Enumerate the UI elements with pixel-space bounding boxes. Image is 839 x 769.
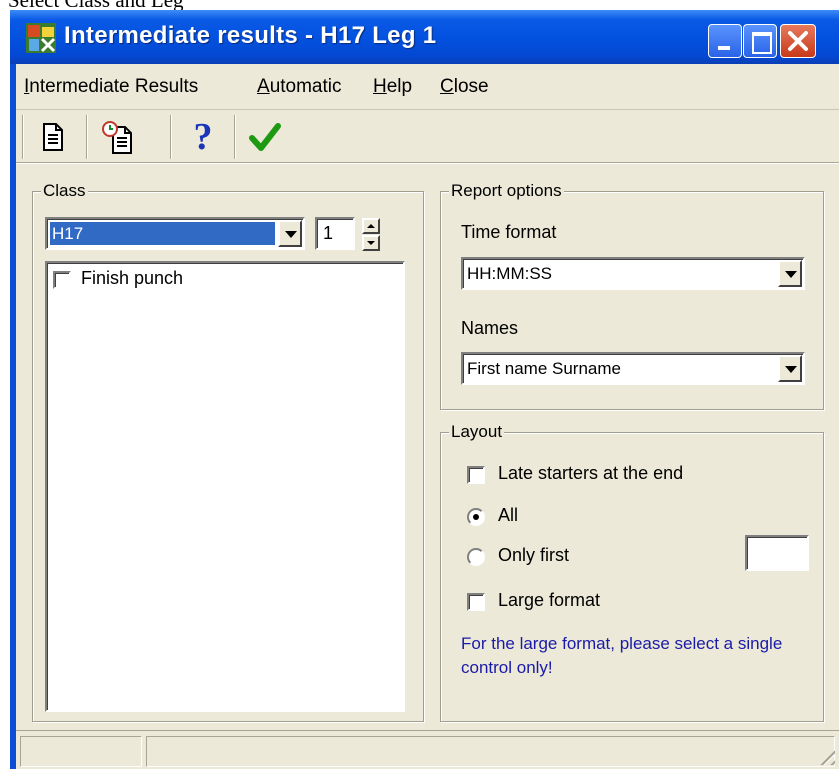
status-bar <box>16 730 839 769</box>
toolbar-separator <box>86 115 88 159</box>
time-format-select[interactable]: HH:MM:SS <box>461 257 805 290</box>
toolbar-separator <box>22 115 24 159</box>
names-select[interactable]: First name Surname <box>461 352 805 385</box>
large-format-checkbox[interactable] <box>467 593 485 611</box>
names-label: Names <box>461 318 519 338</box>
report-options-legend: Report options <box>449 181 564 201</box>
finish-punch-label: Finish punch <box>81 268 184 288</box>
title-bar[interactable]: Intermediate results - H17 Leg 1 <box>10 10 839 64</box>
chevron-down-icon[interactable] <box>778 260 802 287</box>
finish-punch-checkbox[interactable] <box>53 271 71 289</box>
dialog-client: Intermediate Results Automatic Help Clos… <box>16 64 839 769</box>
page-caption: Select Class and Leg <box>8 0 184 12</box>
menu-automatic[interactable]: Automatic <box>257 76 342 98</box>
names-value: First name Surname <box>467 359 621 378</box>
toolbar-separator <box>234 115 236 159</box>
app-icon <box>26 23 56 53</box>
report-options-group: Report options Time format HH:MM:SS Name… <box>440 181 824 410</box>
help-button[interactable]: ? <box>184 117 222 157</box>
document-icon <box>43 123 63 151</box>
late-starters-label: Late starters at the end <box>498 463 684 483</box>
toolbar-separator <box>170 115 172 159</box>
chevron-down-icon[interactable] <box>778 355 802 382</box>
chevron-down-icon[interactable] <box>278 220 302 247</box>
large-format-note: For the large format, please select a si… <box>461 634 783 677</box>
maximize-button[interactable] <box>743 24 777 58</box>
only-first-label: Only first <box>498 545 570 565</box>
dialog-window: Intermediate results - H17 Leg 1 Interme… <box>10 10 839 769</box>
menu-bar: Intermediate Results Automatic Help Clos… <box>16 64 839 110</box>
leg-value: 1 <box>323 223 334 243</box>
checkmark-icon <box>249 123 281 151</box>
class-group: Class H17 1 Finish punch <box>32 181 424 722</box>
layout-group: Layout Late starters at the end All Only… <box>440 422 824 722</box>
large-format-label: Large format <box>498 590 601 610</box>
close-window-button[interactable] <box>780 24 816 58</box>
all-label: All <box>498 505 519 525</box>
new-report-button[interactable] <box>34 117 72 157</box>
menu-intermediate-results[interactable]: Intermediate Results <box>24 76 198 98</box>
layout-legend: Layout <box>449 422 505 442</box>
controls-list[interactable]: Finish punch <box>45 261 405 712</box>
window-title: Intermediate results - H17 Leg 1 <box>64 22 437 49</box>
class-group-legend: Class <box>41 181 88 201</box>
clock-document-icon <box>102 121 132 154</box>
time-format-value: HH:MM:SS <box>467 264 552 283</box>
late-starters-checkbox[interactable] <box>467 466 485 484</box>
status-pane <box>20 736 142 767</box>
minimize-button[interactable] <box>708 24 742 58</box>
status-pane <box>146 736 835 767</box>
menu-close[interactable]: Close <box>440 76 489 98</box>
only-first-input[interactable] <box>745 535 809 571</box>
leg-spin-up-icon[interactable] <box>362 218 380 234</box>
ok-button[interactable] <box>246 117 284 157</box>
close-icon <box>788 31 808 51</box>
leg-spin-down-icon[interactable] <box>362 235 380 251</box>
only-first-radio[interactable] <box>467 548 485 566</box>
leg-input[interactable]: 1 <box>315 217 355 250</box>
all-radio[interactable] <box>467 508 485 526</box>
class-select-value: H17 <box>50 222 275 245</box>
toolbar: ? <box>16 111 839 163</box>
time-format-label: Time format <box>461 222 557 242</box>
class-select[interactable]: H17 <box>45 217 305 250</box>
help-icon: ? <box>193 116 213 158</box>
timed-report-button[interactable] <box>100 117 138 157</box>
menu-help[interactable]: Help <box>373 76 412 98</box>
